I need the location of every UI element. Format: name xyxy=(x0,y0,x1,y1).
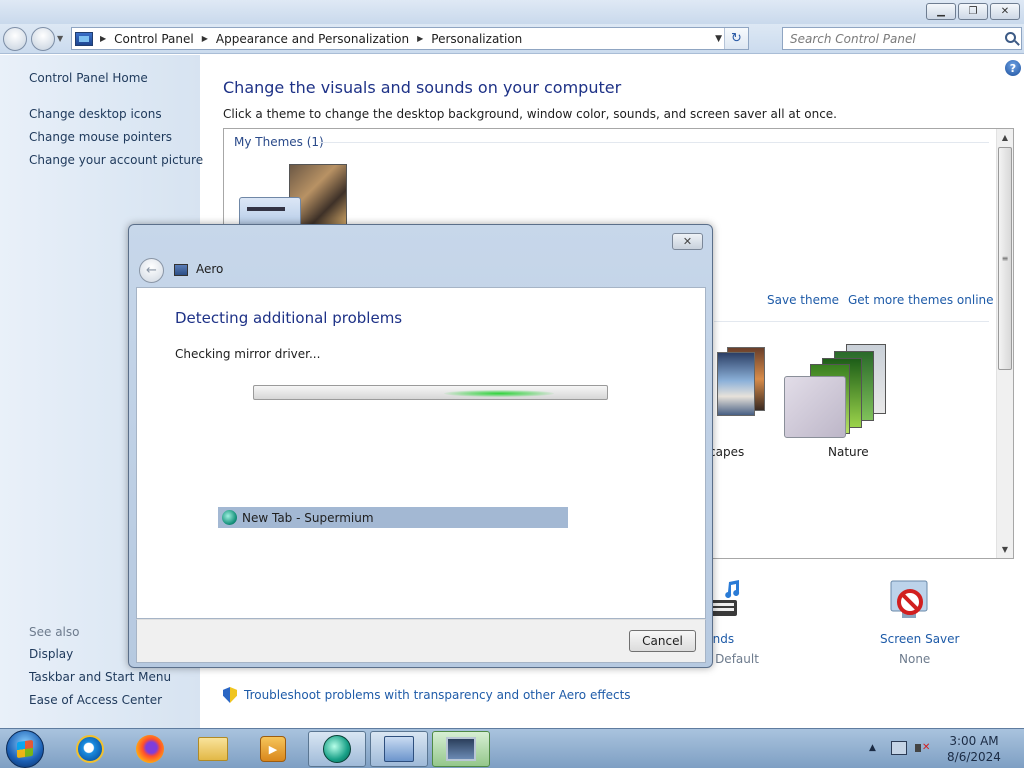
screen-saver-icon[interactable] xyxy=(888,578,932,624)
sidebar-item-desktop-icons[interactable]: Change desktop icons xyxy=(29,107,162,121)
screen-saver-value: None xyxy=(899,652,931,666)
sidebar-item-display[interactable]: Display xyxy=(29,647,73,661)
dialog-status: Checking mirror driver... xyxy=(175,347,321,361)
navigation-bar: ▼ ▶ Control Panel ▶ Appearance and Perso… xyxy=(0,24,1024,54)
see-also-heading: See also xyxy=(29,625,80,639)
breadcrumb-control-panel[interactable]: Control Panel xyxy=(114,32,194,46)
network-icon[interactable] xyxy=(891,741,907,755)
cancel-button[interactable]: Cancel xyxy=(629,630,696,652)
section-divider xyxy=(319,142,989,143)
close-icon: ✕ xyxy=(682,235,693,248)
search-input[interactable]: Search Control Panel xyxy=(782,27,1022,50)
troubleshoot-row[interactable]: Troubleshoot problems with transparency … xyxy=(223,687,631,703)
theme-label-nature[interactable]: Nature xyxy=(828,445,869,459)
tooltip-label: New Tab - Supermium xyxy=(242,510,374,525)
scroll-down-icon[interactable]: ▼ xyxy=(997,541,1013,558)
landscapes-theme-thumbnail[interactable] xyxy=(709,347,767,422)
dialog-content: Detecting additional problems Checking m… xyxy=(136,287,706,619)
minimize-icon: ▁ xyxy=(937,6,945,17)
help-icon[interactable]: ? xyxy=(1005,60,1021,76)
firefox-icon xyxy=(136,735,164,763)
page-description: Click a theme to change the desktop back… xyxy=(223,107,837,121)
taskbar-control-panel[interactable] xyxy=(370,731,428,767)
troubleshooter-icon xyxy=(446,737,476,761)
close-icon: ✕ xyxy=(1000,6,1010,17)
show-hidden-icons-icon[interactable]: ▲ xyxy=(869,743,876,753)
folder-icon xyxy=(198,737,228,761)
my-themes-heading: My Themes (1) xyxy=(234,135,324,149)
control-panel-icon xyxy=(75,31,93,46)
dialog-title: Aero xyxy=(196,262,224,276)
progress-marquee xyxy=(444,390,554,397)
restore-button[interactable]: ❐ xyxy=(958,3,988,20)
taskbar-thumbnail-tooltip[interactable]: New Tab - Supermium xyxy=(218,507,568,528)
sidebar-item-account-picture[interactable]: Change your account picture xyxy=(29,153,203,167)
internet-explorer-icon xyxy=(76,735,104,763)
clock-time: 3:00 AM xyxy=(949,734,999,748)
taskbar: ▶ ▲ 3:00 AM 8/6/2024 xyxy=(0,728,1024,768)
screen-saver-link[interactable]: Screen Saver xyxy=(880,632,959,646)
control-panel-icon xyxy=(384,736,414,762)
close-window-button[interactable]: ✕ xyxy=(990,3,1020,20)
taskbar-media-player[interactable]: ▶ xyxy=(244,731,302,767)
restore-icon: ❐ xyxy=(968,6,978,17)
sidebar-item-mouse-pointers[interactable]: Change mouse pointers xyxy=(29,130,172,144)
supermium-icon xyxy=(323,735,351,763)
forward-button[interactable] xyxy=(31,27,55,51)
dialog-back-button[interactable]: ← xyxy=(139,258,164,283)
page-title: Change the visuals and sounds on your co… xyxy=(223,78,622,97)
clock[interactable]: 3:00 AM 8/6/2024 xyxy=(940,733,1008,765)
minimize-button[interactable]: ▁ xyxy=(926,3,956,20)
dialog-footer: Cancel xyxy=(136,619,706,663)
taskbar-troubleshooter[interactable] xyxy=(432,731,490,767)
refresh-button[interactable]: ↻ xyxy=(724,28,748,49)
volume-muted-icon[interactable] xyxy=(915,740,931,756)
section-divider xyxy=(714,321,989,322)
progress-bar xyxy=(253,385,608,400)
taskbar-supermium[interactable] xyxy=(308,731,366,767)
search-placeholder: Search Control Panel xyxy=(790,31,916,46)
scroll-up-icon[interactable]: ▲ xyxy=(997,129,1013,146)
shield-icon xyxy=(223,687,237,703)
breadcrumb-separator-icon[interactable]: ▶ xyxy=(417,34,423,43)
dialog-close-button[interactable]: ✕ xyxy=(672,233,703,250)
save-theme-link[interactable]: Save theme xyxy=(767,293,839,307)
sidebar-item-taskbar[interactable]: Taskbar and Start Menu xyxy=(29,670,171,684)
taskbar-firefox[interactable] xyxy=(121,731,179,767)
media-player-icon: ▶ xyxy=(260,736,286,762)
recent-pages-dropdown[interactable]: ▼ xyxy=(57,34,63,43)
back-button[interactable] xyxy=(3,27,27,51)
taskbar-explorer[interactable] xyxy=(184,731,242,767)
theme-list-scrollbar[interactable]: ▲ ≡ ▼ xyxy=(996,129,1013,558)
nature-window-preview[interactable] xyxy=(784,376,846,438)
address-bar[interactable]: ▶ Control Panel ▶ Appearance and Persona… xyxy=(71,27,749,50)
more-themes-link[interactable]: Get more themes online xyxy=(848,293,994,307)
breadcrumb-appearance[interactable]: Appearance and Personalization xyxy=(216,32,409,46)
dialog-heading: Detecting additional problems xyxy=(175,309,403,327)
troubleshooter-icon xyxy=(174,264,188,276)
search-icon[interactable] xyxy=(1005,32,1016,43)
sidebar-item-ease-of-access[interactable]: Ease of Access Center xyxy=(29,693,162,707)
supermium-icon xyxy=(222,510,237,525)
clock-date: 8/6/2024 xyxy=(947,750,1001,764)
breadcrumb-separator-icon[interactable]: ▶ xyxy=(202,34,208,43)
troubleshooter-dialog: ✕ ← Aero Detecting additional problems C… xyxy=(128,224,713,668)
breadcrumb-separator-icon[interactable]: ▶ xyxy=(100,34,106,43)
taskbar-internet-explorer[interactable] xyxy=(61,731,119,767)
scroll-thumb[interactable]: ≡ xyxy=(998,147,1012,370)
sidebar-item-control-panel-home[interactable]: Control Panel Home xyxy=(29,71,148,85)
theme-label-landscapes[interactable]: capes xyxy=(709,445,744,459)
window-title-bar: ▁ ❐ ✕ xyxy=(0,0,1024,24)
start-button[interactable] xyxy=(6,730,44,768)
troubleshoot-aero-link[interactable]: Troubleshoot problems with transparency … xyxy=(244,688,631,702)
address-dropdown-icon[interactable]: ▼ xyxy=(715,34,722,44)
breadcrumb-personalization[interactable]: Personalization xyxy=(431,32,522,46)
sounds-value: s Default xyxy=(705,652,759,666)
